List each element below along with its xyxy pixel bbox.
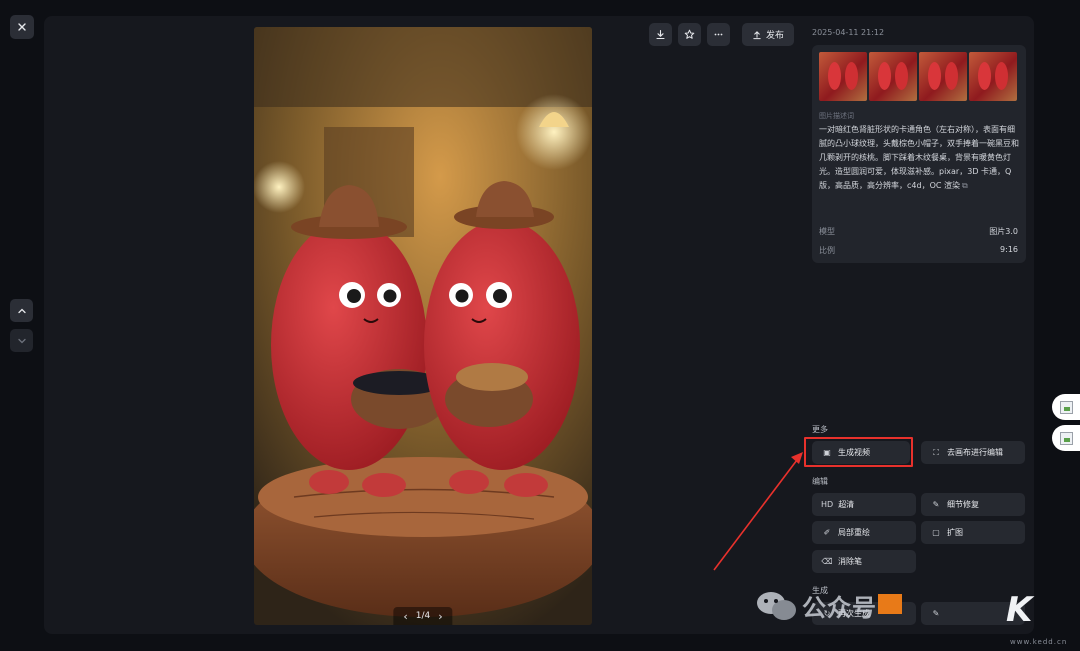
more-icon (714, 33, 723, 36)
image-illustration (254, 27, 592, 625)
more-options-button[interactable] (707, 23, 730, 46)
partial-repaint-label: 局部重绘 (838, 528, 870, 537)
thumbnail-1[interactable] (819, 52, 867, 101)
pager-text: 1/4 (415, 611, 431, 621)
image-info-card: 图片描述词 一对暗红色肾脏形状的卡通角色（左右对称），表面有细腻的凸小球纹理，头… (812, 45, 1026, 263)
partial-repaint-button[interactable]: ✐ 局部重绘 (812, 521, 916, 544)
publish-label: 发布 (765, 31, 784, 41)
ratio-label: 比例 (819, 246, 835, 255)
description-label: 图片描述词 (819, 112, 854, 120)
chevron-down-icon (17, 338, 26, 343)
model-label: 模型 (819, 227, 835, 236)
prompt-description: 一对暗红色肾脏形状的卡通角色（左右对称），表面有细腻的凸小球纹理，头戴棕色小帽子… (819, 123, 1021, 193)
detail-repair-button[interactable]: ✎ 细节修复 (921, 493, 1025, 516)
detail-repair-label: 细节修复 (947, 500, 979, 509)
pager-prev-icon[interactable]: ‹ (403, 610, 407, 623)
download-icon (656, 29, 665, 40)
thumbnail-4[interactable] (969, 52, 1017, 101)
copy-icon[interactable]: ⧉ (962, 179, 968, 193)
expand-button[interactable]: ▢ 扩图 (921, 521, 1025, 544)
publish-button[interactable]: 发布 (742, 23, 794, 46)
broken-image-icon (1059, 431, 1073, 445)
eraser-icon: ⌫ (821, 557, 833, 566)
pager-next-icon[interactable]: › (438, 610, 442, 623)
annotation-highlight-box (804, 437, 913, 467)
watermark-url: www.kedd.cn (1010, 638, 1068, 646)
side-widget-2[interactable] (1052, 425, 1080, 451)
image-pager: ‹ 1/4 › (393, 607, 453, 625)
expand-icon: ▢ (932, 528, 940, 537)
previous-image-button[interactable] (10, 299, 33, 322)
ratio-row: 比例 9:16 (819, 245, 1018, 256)
canvas-icon: ⛶ (933, 447, 939, 457)
watermark-orange-block (878, 594, 902, 614)
broken-image-icon (1059, 400, 1073, 414)
generated-image[interactable]: ‹ 1/4 › (254, 27, 592, 625)
thumbnail-3[interactable] (919, 52, 967, 101)
favorite-button[interactable] (678, 23, 701, 46)
prompt-text: 一对暗红色肾脏形状的卡通角色（左右对称），表面有细腻的凸小球纹理，头戴棕色小帽子… (819, 125, 1019, 190)
upload-icon (753, 30, 761, 39)
model-row: 模型 图片3.0 (819, 226, 1018, 237)
annotation-arrow (713, 452, 803, 571)
edit-icon: ✎ (932, 609, 940, 618)
star-icon (684, 29, 695, 39)
next-image-button[interactable] (10, 329, 33, 352)
watermark-text: 公众号 (802, 594, 877, 622)
side-widget-1[interactable] (1052, 394, 1080, 420)
canvas-edit-label: 去画布进行编辑 (947, 448, 1003, 457)
brush-icon: ✐ (823, 528, 831, 537)
ratio-value: 9:16 (1000, 245, 1018, 254)
chevron-up-icon (17, 308, 26, 313)
upscale-button[interactable]: HD 超清 (812, 493, 916, 516)
thumbnail-strip (819, 52, 1017, 101)
canvas-edit-button[interactable]: ⛶ 去画布进行编辑 (921, 441, 1025, 464)
expand-label: 扩图 (947, 528, 963, 537)
magic-wand-icon: ✎ (932, 500, 940, 509)
eraser-button[interactable]: ⌫ 消除笔 (812, 550, 916, 573)
watermark-logo: K (1006, 590, 1033, 630)
model-value: 图片3.0 (989, 227, 1018, 236)
eraser-label: 消除笔 (838, 557, 862, 566)
close-icon (18, 23, 26, 31)
upscale-label: 超清 (838, 500, 855, 509)
more-section-label: 更多 (812, 425, 828, 434)
close-button[interactable] (10, 15, 34, 39)
hd-icon: HD (821, 500, 834, 509)
download-button[interactable] (649, 23, 672, 46)
thumbnail-2[interactable] (869, 52, 917, 101)
wechat-icon (757, 591, 796, 620)
watermark: 公众号 (756, 588, 877, 623)
creation-timestamp: 2025-04-11 21:12 (812, 28, 885, 37)
